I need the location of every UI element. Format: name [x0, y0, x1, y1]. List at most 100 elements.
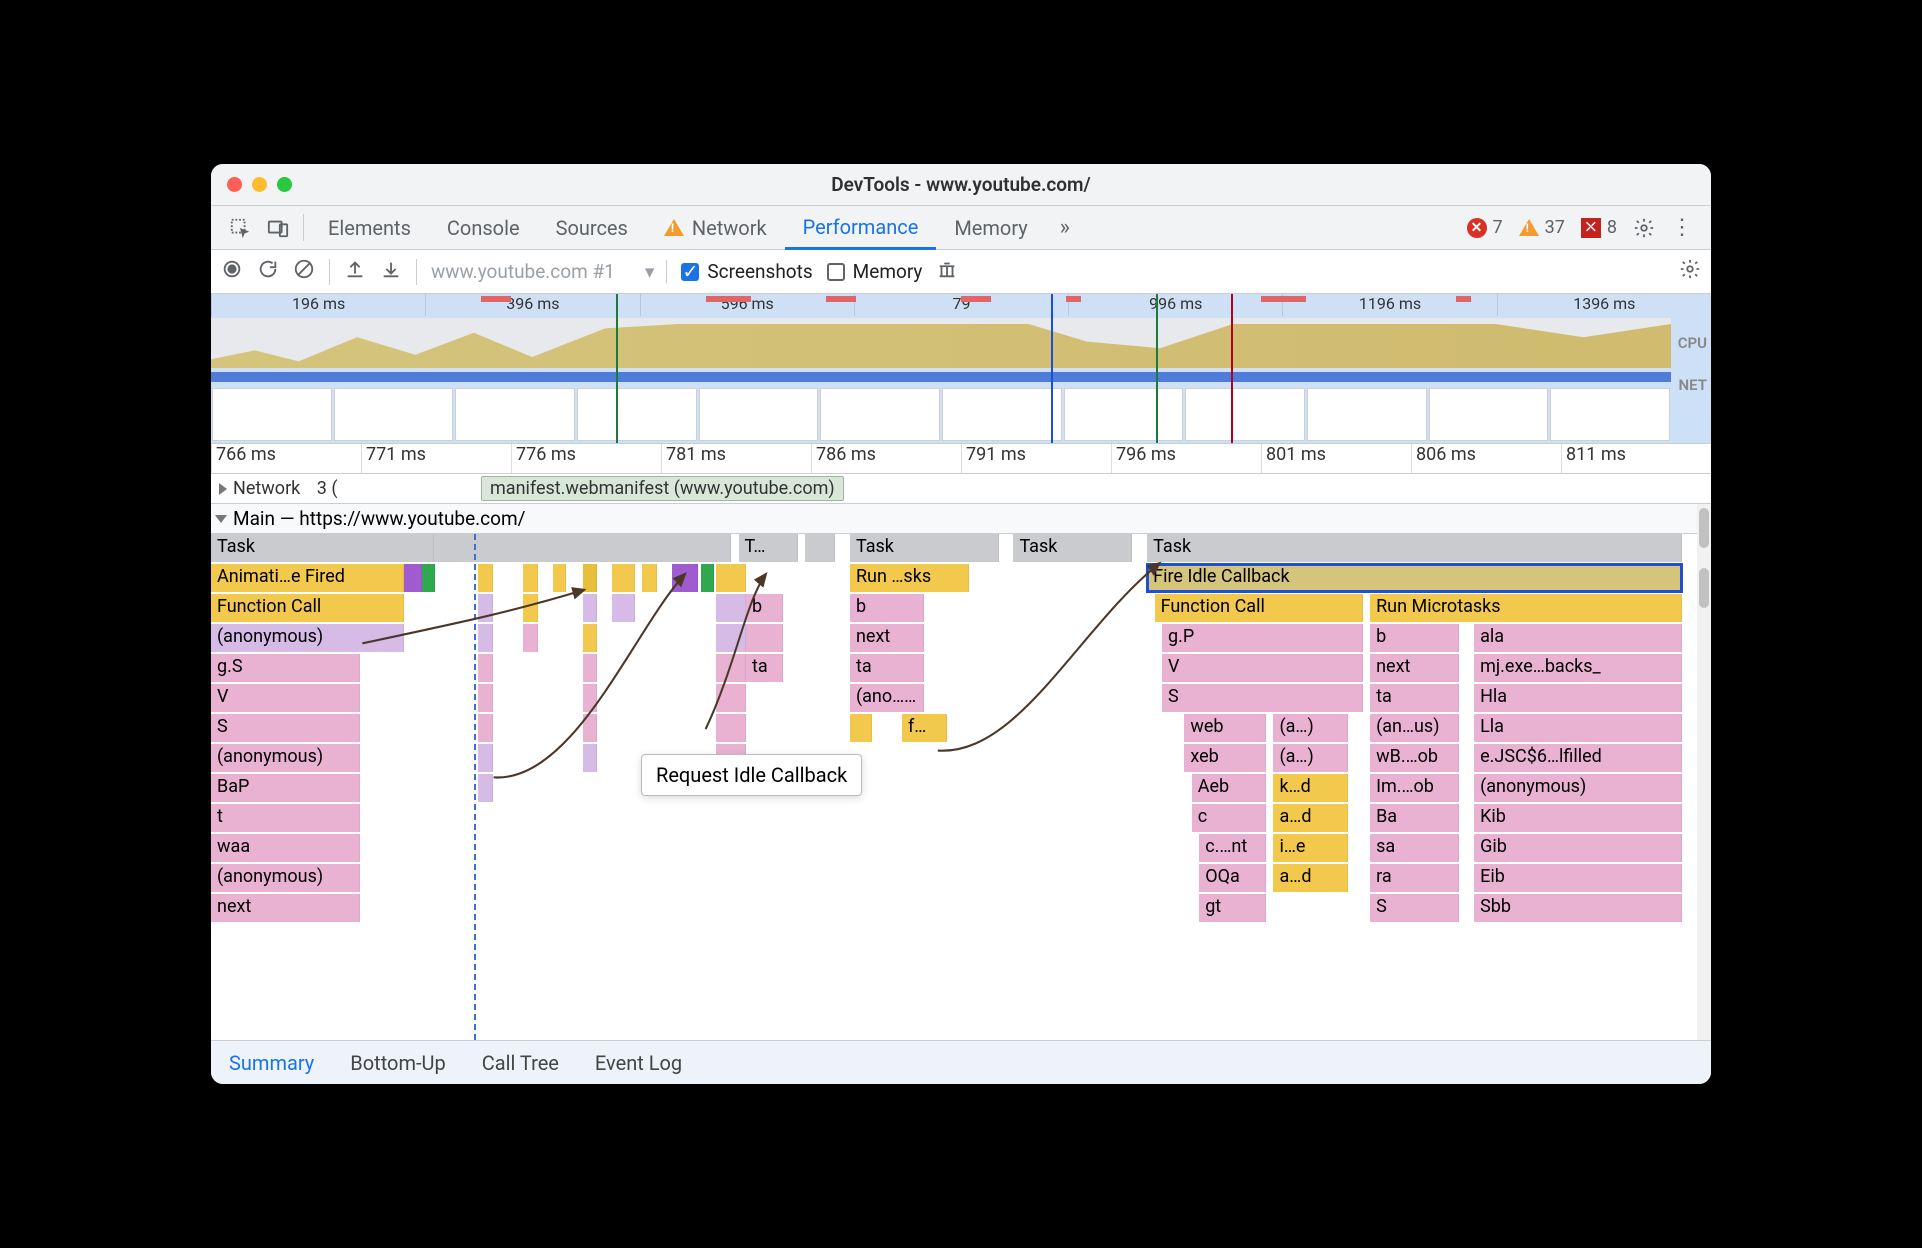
- flame-bar[interactable]: c: [1192, 804, 1266, 832]
- flame-bar[interactable]: sa: [1370, 834, 1459, 862]
- flame-bar[interactable]: OQa: [1199, 864, 1266, 892]
- main-thread-header[interactable]: Main — https://www.youtube.com/: [211, 504, 1711, 534]
- vertical-scrollbar[interactable]: [1697, 504, 1711, 1040]
- flame-bar[interactable]: [523, 594, 538, 622]
- flame-bar[interactable]: (anonymous): [211, 624, 404, 652]
- flame-chart[interactable]: Main — https://www.youtube.com/ Task T… Ta…: [211, 504, 1711, 1040]
- flame-bar[interactable]: g.P: [1162, 624, 1363, 652]
- expand-icon[interactable]: [219, 483, 227, 495]
- flame-bar[interactable]: [716, 714, 746, 742]
- flame-bar[interactable]: [422, 564, 435, 592]
- tab-memory[interactable]: Memory: [936, 206, 1045, 249]
- flame-bar[interactable]: web: [1184, 714, 1266, 742]
- flame-bar[interactable]: Ba: [1370, 804, 1459, 832]
- flame-bar[interactable]: (an…us): [1370, 714, 1459, 742]
- flame-bar[interactable]: [612, 564, 634, 592]
- flame-bar[interactable]: [523, 624, 538, 652]
- tab-call-tree[interactable]: Call Tree: [482, 1051, 559, 1075]
- flame-bar[interactable]: [583, 684, 598, 712]
- flame-bar[interactable]: [478, 594, 493, 622]
- flame-bar[interactable]: b: [746, 594, 783, 622]
- flame-bar[interactable]: [478, 744, 493, 772]
- flame-bar[interactable]: waa: [211, 834, 360, 862]
- reload-record-button[interactable]: [257, 258, 279, 285]
- flame-bar[interactable]: Function Call: [211, 594, 404, 622]
- flame-bar[interactable]: (ano…us): [850, 684, 924, 712]
- flame-bar[interactable]: [583, 624, 598, 652]
- issues-counter[interactable]: ⛌8: [1573, 206, 1625, 249]
- flame-bar[interactable]: [746, 624, 783, 652]
- flame-bar[interactable]: (anonymous): [211, 864, 360, 892]
- close-window-button[interactable]: [227, 177, 242, 192]
- flame-bar[interactable]: next: [211, 894, 360, 922]
- flame-bar[interactable]: (anonymous): [1474, 774, 1682, 802]
- tab-bottom-up[interactable]: Bottom-Up: [350, 1051, 445, 1075]
- flame-bar[interactable]: [701, 564, 714, 592]
- network-lane[interactable]: Network 3 ( manifest.webmanifest (www.yo…: [211, 474, 1711, 504]
- flame-bar[interactable]: [583, 594, 598, 622]
- flame-bar[interactable]: f…: [902, 714, 947, 742]
- flame-bar[interactable]: [434, 534, 731, 562]
- flame-bar[interactable]: Eib: [1474, 864, 1682, 892]
- flame-bar[interactable]: [716, 654, 746, 682]
- flame-bar[interactable]: Hla: [1474, 684, 1682, 712]
- flame-bar[interactable]: a…d: [1273, 804, 1347, 832]
- flame-bar[interactable]: S: [1370, 894, 1459, 922]
- flame-bar[interactable]: Gib: [1474, 834, 1682, 862]
- flame-bar[interactable]: S: [1162, 684, 1363, 712]
- flame-bar[interactable]: [716, 594, 746, 622]
- flame-bar[interactable]: Run …sks: [850, 564, 969, 592]
- flame-bar[interactable]: [583, 744, 598, 772]
- flame-bar[interactable]: [478, 684, 493, 712]
- timeline-overview[interactable]: 196 ms396 ms596 ms79996 ms1196 ms1396 ms…: [211, 294, 1711, 444]
- flame-bar[interactable]: (anonymous): [211, 744, 360, 772]
- flame-bar[interactable]: Task: [850, 534, 999, 562]
- flame-bar[interactable]: mj.exe…backs_: [1474, 654, 1682, 682]
- flame-bar[interactable]: T…: [739, 534, 798, 562]
- flame-bar[interactable]: [478, 774, 493, 802]
- flame-bar[interactable]: [478, 564, 493, 592]
- flame-bar[interactable]: S: [211, 714, 360, 742]
- flame-bar[interactable]: [672, 564, 699, 592]
- flame-bar[interactable]: ala: [1474, 624, 1682, 652]
- flame-bar[interactable]: Aeb: [1192, 774, 1266, 802]
- flame-bar[interactable]: V: [1162, 654, 1363, 682]
- flame-bar[interactable]: gt: [1199, 894, 1266, 922]
- screenshots-toggle[interactable]: ✓Screenshots: [681, 260, 812, 283]
- error-counter[interactable]: ✕7: [1459, 206, 1511, 249]
- tab-elements[interactable]: Elements: [310, 206, 429, 249]
- more-tabs-button[interactable]: »: [1046, 206, 1084, 249]
- flame-bar[interactable]: Task: [211, 534, 434, 562]
- flame-bar[interactable]: [478, 654, 493, 682]
- inspect-element-icon[interactable]: [221, 206, 259, 249]
- memory-toggle[interactable]: Memory: [827, 260, 923, 283]
- flame-bar[interactable]: [583, 654, 598, 682]
- tab-network[interactable]: Network: [646, 206, 785, 249]
- network-request-bar[interactable]: manifest.webmanifest (www.youtube.com): [481, 476, 844, 501]
- flame-bar[interactable]: ta: [746, 654, 783, 682]
- recording-dropdown[interactable]: www.youtube.com #1▾: [431, 260, 667, 283]
- flame-bar[interactable]: [716, 624, 746, 652]
- upload-button[interactable]: [344, 258, 366, 285]
- record-button[interactable]: [221, 258, 243, 285]
- flame-bar[interactable]: [404, 564, 422, 592]
- flame-bar[interactable]: Sbb: [1474, 894, 1682, 922]
- flame-bar[interactable]: [716, 684, 746, 712]
- detail-ruler[interactable]: 766 ms771 ms776 ms781 ms786 ms791 ms796 …: [211, 444, 1711, 474]
- flame-bar[interactable]: ta: [850, 654, 924, 682]
- flame-bar[interactable]: ra: [1370, 864, 1459, 892]
- flame-bar[interactable]: (a…): [1273, 714, 1347, 742]
- flame-bar[interactable]: [553, 564, 566, 592]
- capture-settings-icon[interactable]: [1679, 258, 1701, 285]
- flame-bar[interactable]: Lla: [1474, 714, 1682, 742]
- flame-bar[interactable]: g.S: [211, 654, 360, 682]
- flame-bar[interactable]: (a…): [1273, 744, 1347, 772]
- flame-bar[interactable]: e.JSC$6…lfilled: [1474, 744, 1682, 772]
- flame-bar[interactable]: [583, 714, 598, 742]
- flame-bar[interactable]: Fire Idle Callback: [1147, 564, 1682, 592]
- flame-bar[interactable]: ta: [1370, 684, 1459, 712]
- tab-console[interactable]: Console: [429, 206, 538, 249]
- download-button[interactable]: [380, 258, 402, 285]
- flame-bar[interactable]: [716, 564, 746, 592]
- flame-bar[interactable]: Run Microtasks: [1370, 594, 1682, 622]
